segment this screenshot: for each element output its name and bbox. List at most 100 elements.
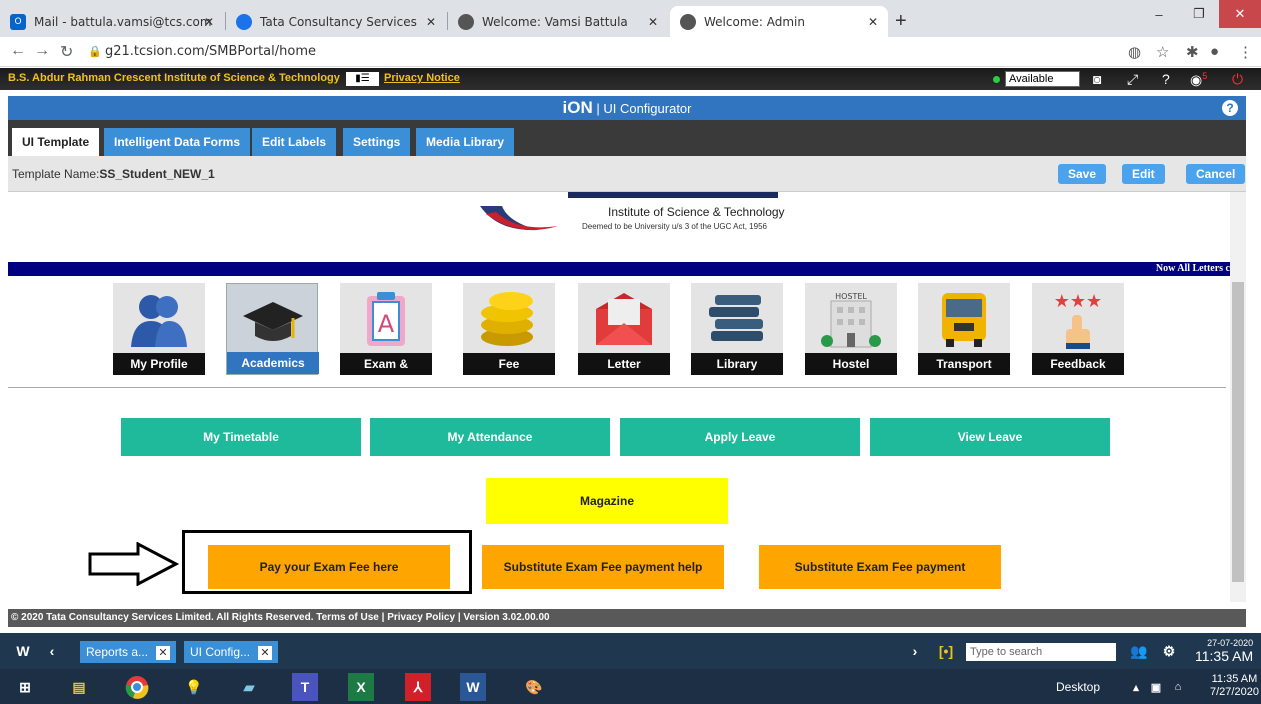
desktop-toolbar-label[interactable]: Desktop [1056,680,1100,694]
close-icon[interactable]: ✕ [426,15,436,29]
teams-icon[interactable]: T [292,673,318,701]
my-timetable-button[interactable]: My Timetable [121,418,361,456]
taskbar-label: Reports a... [86,645,149,659]
camera-icon[interactable]: ◙ [1093,71,1101,87]
substitute-exam-fee-button[interactable]: Substitute Exam Fee payment [759,545,1001,589]
notes-app-icon[interactable]: ▰ [230,673,268,701]
w-app-icon[interactable]: W [8,637,38,665]
expand-icon[interactable]: ⤢ [1127,71,1138,88]
browser-tab-welcome-vamsi[interactable]: Welcome: Vamsi Battula ✕ [448,6,668,37]
browser-tab-tcs[interactable]: Tata Consultancy Services ✕ [226,6,446,37]
tile-exam-grading[interactable]: A Exam & Grading [340,283,432,393]
taskbar-item-ui-config[interactable]: UI Config... ✕ [184,641,279,663]
window-controls: – ❐ ✕ [1139,0,1261,30]
close-icon[interactable]: ✕ [648,15,658,29]
edit-button[interactable]: Edit [1122,164,1165,184]
minimize-button[interactable]: – [1139,0,1179,28]
puzzle-icon[interactable]: ✱ [1186,43,1199,61]
marquee-text: Now All Letters c [1155,263,1230,274]
people-icon[interactable]: 👥 [1124,637,1154,665]
system-clock[interactable]: 11:35 AM 7/27/2020 [1210,673,1259,699]
tile-letter[interactable]: Letter [578,283,670,375]
tile-feedback[interactable]: ★★★ Feedback [1032,283,1124,375]
tile-my-profile[interactable]: My Profile [113,283,205,375]
browser-tab-welcome-admin[interactable]: Welcome: Admin ✕ [670,6,888,37]
network-icon[interactable]: ⌂ [1168,673,1188,701]
profile-icon [113,287,205,351]
clock-time: 11:35 AM [1195,648,1254,664]
save-button[interactable]: Save [1058,164,1107,184]
tab-edit-labels[interactable]: Edit Labels [252,128,337,156]
tab-media-library[interactable]: Media Library [416,128,515,156]
reload-icon[interactable]: ↻ [60,42,73,62]
tile-academics[interactable]: Academics [226,283,319,375]
windows-start-icon[interactable]: ⊞ [6,673,44,701]
menu-icon[interactable]: ⋮ [1238,43,1253,61]
chevron-right-icon[interactable]: › [905,637,925,665]
profile-icon[interactable]: ● [1210,43,1219,60]
help-icon[interactable]: ? [1222,100,1238,116]
apply-leave-button[interactable]: Apply Leave [620,418,860,456]
arrow-annotation-icon [88,542,180,586]
tab-title: Tata Consultancy Services [260,14,417,29]
taskbar-clock: 27-07-2020 11:35 AM [1195,638,1253,664]
notifications-icon[interactable]: ◉5 [1190,71,1207,89]
file-explorer-icon[interactable]: ▤ [60,673,98,701]
tab-ui-template[interactable]: UI Template [12,128,100,156]
tile-label: Transport [918,353,1010,375]
forward-icon[interactable]: → [34,42,50,60]
magazine-button[interactable]: Magazine [486,478,728,524]
paint-icon[interactable]: 🎨 [515,673,553,701]
close-icon[interactable]: ✕ [204,15,214,29]
close-window-button[interactable]: ✕ [1219,0,1261,28]
extension-icon[interactable]: ◍ [1128,43,1141,61]
exam-fee-help-manual-button[interactable]: Substitute Exam Fee payment help manual [482,545,724,589]
assistant-bot-icon[interactable]: [•] [930,637,962,665]
pay-exam-fee-button[interactable]: Pay your Exam Fee here [208,545,450,589]
close-icon[interactable]: ✕ [868,15,878,29]
my-attendance-button[interactable]: My Attendance [370,418,610,456]
power-icon[interactable]: ⏻ [1232,71,1243,88]
app-taskbar: W ‹ Reports a... ✕ UI Config... ✕ › [•] Ty… [0,633,1261,669]
address-bar: ← → ↻ 🔒 g21.tcsion.com/SMBPortal/home ◍ … [0,37,1261,67]
chevron-left-icon[interactable]: ‹ [42,637,62,665]
close-icon[interactable]: ✕ [258,646,273,660]
maximize-button[interactable]: ❐ [1179,0,1219,28]
globe-icon [458,13,474,30]
tray-app-icon[interactable]: ▣ [1146,673,1166,701]
taskbar-search-input[interactable]: Type to search [966,643,1116,661]
url-input[interactable]: g21.tcsion.com/SMBPortal/home [105,44,316,59]
settings-gear-icon[interactable]: ⚙ [1154,637,1184,665]
tcs-icon [236,13,252,30]
id-card-icon[interactable]: ▮☰ [346,72,379,86]
tray-chevron-icon[interactable]: ▴ [1126,673,1146,701]
taskbar-label: UI Config... [190,645,251,659]
tile-library[interactable]: Library [691,283,783,375]
privacy-notice-link[interactable]: Privacy Notice [384,72,460,84]
taskbar-item-reports[interactable]: Reports a... ✕ [80,641,177,663]
lightbulb-app-icon[interactable]: 💡 [175,673,213,701]
word-icon[interactable]: W [460,673,486,701]
chrome-icon[interactable] [118,673,156,701]
tile-transport[interactable]: Transport [918,283,1010,375]
tile-hostel[interactable]: HOSTEL Hostel [805,283,897,375]
tile-label: Library [691,353,783,375]
tile-fee[interactable]: Fee [463,283,555,375]
page-title: UI Configurator [603,101,692,116]
help-icon[interactable]: ? [1162,71,1170,87]
cancel-button[interactable]: Cancel [1186,164,1246,184]
excel-icon[interactable]: X [348,673,374,701]
books-icon [691,287,783,351]
view-leave-button[interactable]: View Leave [870,418,1110,456]
scrollbar[interactable] [1230,192,1246,602]
new-tab-button[interactable]: + [895,10,907,33]
acrobat-icon[interactable]: ⅄ [405,673,431,701]
back-icon[interactable]: ← [10,42,26,60]
tab-intelligent-data-forms[interactable]: Intelligent Data Forms [104,128,251,156]
tab-settings[interactable]: Settings [343,128,411,156]
close-icon[interactable]: ✕ [156,646,171,660]
scrollbar-thumb[interactable] [1232,282,1244,582]
bookmark-star-icon[interactable]: ☆ [1156,43,1169,61]
availability-select[interactable]: Available [1005,71,1080,87]
browser-tab-mail[interactable]: O Mail - battula.vamsi@tcs.com ✕ [0,6,224,37]
